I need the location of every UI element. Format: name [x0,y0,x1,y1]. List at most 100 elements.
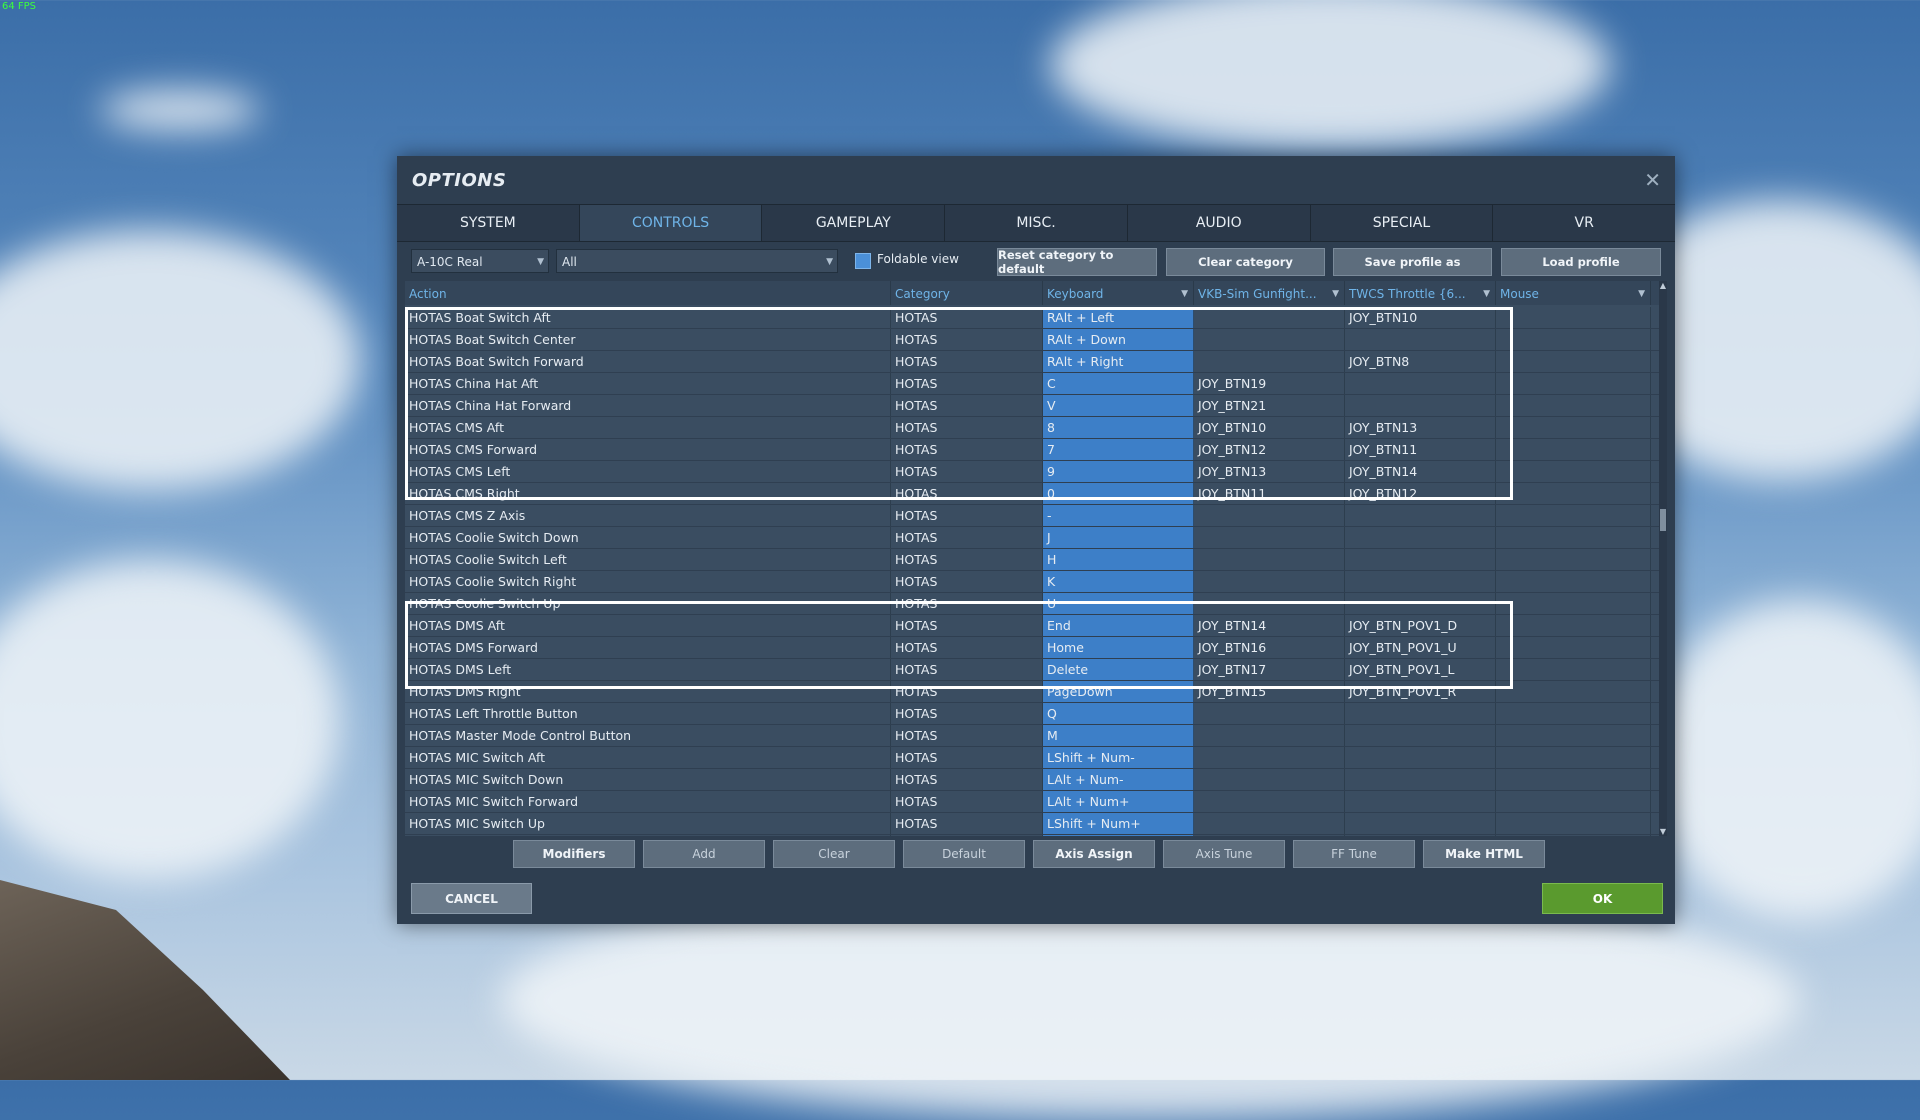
cell-category[interactable]: HOTAS [891,307,1043,328]
cell-keyboard[interactable]: RAlt + Down [1043,329,1194,350]
cell-action[interactable]: HOTAS Coolie Switch Right [405,571,891,592]
cell-vkb[interactable] [1194,813,1345,834]
cell-twcs[interactable] [1345,813,1496,834]
cell-keyboard[interactable]: Insert [1043,835,1194,836]
cell-vkb[interactable] [1194,571,1345,592]
cell-mouse[interactable] [1496,439,1651,460]
cell-twcs[interactable]: JOY_BTN8 [1345,351,1496,372]
cell-category[interactable]: HOTAS [891,351,1043,372]
cell-vkb[interactable] [1194,527,1345,548]
cell-category[interactable]: HOTAS [891,527,1043,548]
cell-mouse[interactable] [1496,373,1651,394]
cell-keyboard[interactable]: PageDown [1043,681,1194,702]
cell-keyboard[interactable]: Home [1043,637,1194,658]
cell-twcs[interactable] [1345,725,1496,746]
cell-category[interactable]: HOTAS [891,461,1043,482]
cell-vkb[interactable] [1194,593,1345,614]
cell-twcs[interactable]: JOY_BTN12 [1345,483,1496,504]
table-row[interactable]: HOTAS MIC Switch Up HOTAS LShift + Num+ [405,813,1659,835]
cell-category[interactable]: HOTAS [891,659,1043,680]
cell-keyboard[interactable]: H [1043,549,1194,570]
cell-vkb[interactable] [1194,307,1345,328]
cell-action[interactable]: HOTAS DMS Forward [405,637,891,658]
clear-category-button[interactable]: Clear category [1166,248,1325,276]
table-row[interactable]: HOTAS DMS Aft HOTAS End JOY_BTN14 JOY_BTN_PO… [405,615,1659,637]
cell-action[interactable]: HOTAS DMS Left [405,659,891,680]
cell-vkb[interactable] [1194,703,1345,724]
cell-action[interactable]: HOTAS CMS Aft [405,417,891,438]
cell-category[interactable]: HOTAS [891,813,1043,834]
save-profile-button[interactable]: Save profile as [1333,248,1492,276]
cell-twcs[interactable] [1345,703,1496,724]
tab-audio[interactable]: AUDIO [1128,205,1311,241]
cell-twcs[interactable] [1345,329,1496,350]
tab-system[interactable]: SYSTEM [397,205,580,241]
cell-action[interactable]: HOTAS Left Throttle Button [405,703,891,724]
cell-keyboard[interactable]: 7 [1043,439,1194,460]
cell-keyboard[interactable]: 0 [1043,483,1194,504]
cell-vkb[interactable]: JOY_BTN12 [1194,439,1345,460]
default-button[interactable]: Default [903,840,1025,868]
cell-category[interactable]: HOTAS [891,329,1043,350]
cell-vkb[interactable]: JOY_BTN19 [1194,373,1345,394]
cell-category[interactable]: HOTAS [891,703,1043,724]
column-header-mouse[interactable]: Mouse ▼ [1496,281,1651,305]
column-header-action[interactable]: Action [405,281,891,305]
table-row[interactable]: HOTAS Master Mode Control Button HOTAS M [405,725,1659,747]
cell-twcs[interactable]: JOY_BTN7 [1345,835,1496,836]
cell-vkb[interactable]: JOY_BTN13 [1194,461,1345,482]
cell-mouse[interactable] [1496,835,1651,836]
cell-twcs[interactable]: JOY_BTN10 [1345,307,1496,328]
cell-twcs[interactable] [1345,395,1496,416]
cell-vkb[interactable]: JOY_BTN17 [1194,659,1345,680]
table-row[interactable]: HOTAS MIC Switch Down HOTAS LAlt + Num- [405,769,1659,791]
cell-category[interactable]: HOTAS [891,549,1043,570]
cell-mouse[interactable] [1496,769,1651,790]
cell-action[interactable]: HOTAS DMS Aft [405,615,891,636]
cell-category[interactable]: HOTAS [891,681,1043,702]
cell-keyboard[interactable]: End [1043,615,1194,636]
table-row[interactable]: HOTAS CMS Forward HOTAS 7 JOY_BTN12 JOY_BTN1… [405,439,1659,461]
cell-action[interactable]: HOTAS MIC Switch Down [405,769,891,790]
axis-assign-button[interactable]: Axis Assign [1033,840,1155,868]
cell-mouse[interactable] [1496,725,1651,746]
cell-keyboard[interactable]: LAlt + Num+ [1043,791,1194,812]
cell-mouse[interactable] [1496,791,1651,812]
cell-twcs[interactable]: JOY_BTN_POV1_L [1345,659,1496,680]
cell-mouse[interactable] [1496,571,1651,592]
cell-vkb[interactable] [1194,505,1345,526]
table-row[interactable]: HOTAS MIC Switch Aft HOTAS LShift + Num- [405,747,1659,769]
cell-vkb[interactable]: JOY_BTN10 [1194,417,1345,438]
cell-vkb[interactable] [1194,747,1345,768]
cell-mouse[interactable] [1496,417,1651,438]
make-html-button[interactable]: Make HTML [1423,840,1545,868]
cell-twcs[interactable] [1345,593,1496,614]
column-header-twcs[interactable]: TWCS Throttle {6... ▼ [1345,281,1496,305]
cell-keyboard[interactable]: LShift + Num- [1043,747,1194,768]
cell-twcs[interactable] [1345,769,1496,790]
cell-mouse[interactable] [1496,813,1651,834]
cell-category[interactable]: HOTAS [891,769,1043,790]
cell-category[interactable]: HOTAS [891,835,1043,836]
cell-keyboard[interactable]: 8 [1043,417,1194,438]
table-row[interactable]: HOTAS Coolie Switch Down HOTAS J [405,527,1659,549]
cell-action[interactable]: HOTAS China Hat Aft [405,373,891,394]
table-row[interactable]: HOTAS Left Throttle Button HOTAS Q [405,703,1659,725]
table-row[interactable]: HOTAS MIC Switch Forward HOTAS LAlt + Num+ [405,791,1659,813]
scroll-down-icon[interactable]: ▼ [1659,827,1667,836]
cell-vkb[interactable]: JOY_BTN7 [1194,835,1345,836]
cell-twcs[interactable] [1345,549,1496,570]
tab-gameplay[interactable]: GAMEPLAY [762,205,946,241]
cell-mouse[interactable] [1496,659,1651,680]
cell-action[interactable]: HOTAS DMS Right [405,681,891,702]
cell-action[interactable]: HOTAS MIC Switch Up [405,813,891,834]
axis-tune-button[interactable]: Axis Tune [1163,840,1285,868]
cell-twcs[interactable]: JOY_BTN_POV1_R [1345,681,1496,702]
cell-vkb[interactable] [1194,549,1345,570]
add-button[interactable]: Add [643,840,765,868]
cell-keyboard[interactable]: 9 [1043,461,1194,482]
cell-twcs[interactable] [1345,571,1496,592]
cell-keyboard[interactable]: U [1043,593,1194,614]
cell-action[interactable]: HOTAS Boat Switch Forward [405,351,891,372]
cell-vkb[interactable] [1194,725,1345,746]
